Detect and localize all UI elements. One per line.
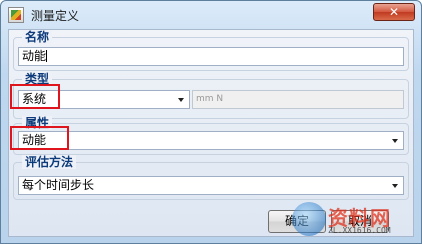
- property-select[interactable]: 动能: [18, 131, 404, 150]
- units-field: mm N: [192, 90, 404, 109]
- name-group-label: 名称: [22, 30, 53, 44]
- name-input[interactable]: 动能: [18, 47, 404, 66]
- evaluation-select[interactable]: 每个时间步长: [18, 176, 404, 195]
- chevron-down-icon: [178, 98, 184, 102]
- chevron-down-icon: [392, 139, 398, 143]
- text-caret: [46, 50, 48, 62]
- name-group: 名称 动能: [13, 30, 409, 71]
- type-group: 类型 系统 mm N: [13, 72, 409, 119]
- highlight-box-type: [10, 84, 60, 109]
- watermark: 资料网 ZL.XX1616.COM: [292, 200, 417, 238]
- property-group: 属性 动能: [13, 116, 409, 155]
- app-icon: [8, 7, 24, 23]
- evaluation-group-label: 评估方法: [22, 155, 77, 169]
- evaluation-select-value: 每个时间步长: [22, 178, 95, 192]
- title-bar[interactable]: 测量定义 ✕: [1, 1, 421, 29]
- watermark-url: ZL.XX1616.COM: [328, 226, 391, 235]
- window-title: 测量定义: [31, 9, 80, 23]
- name-input-value: 动能: [22, 49, 47, 63]
- highlight-box-property: [10, 126, 69, 150]
- chevron-down-icon: [392, 184, 398, 188]
- watermark-logo-icon: [292, 202, 326, 236]
- evaluation-group: 评估方法 每个时间步长: [13, 155, 409, 200]
- close-button[interactable]: ✕: [373, 3, 415, 21]
